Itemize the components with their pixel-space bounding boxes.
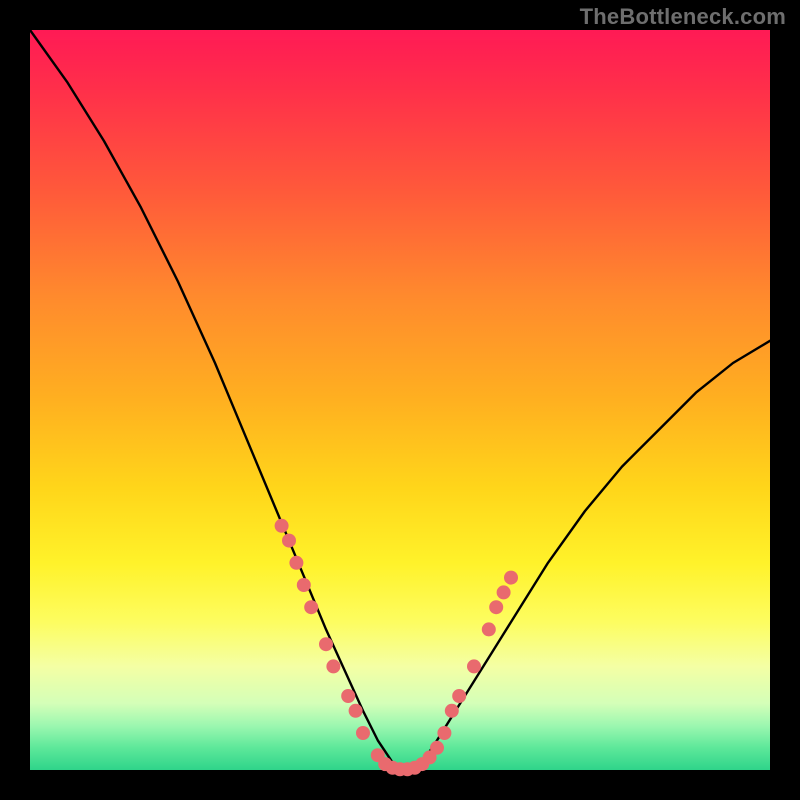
bottleneck-curve [30, 30, 770, 770]
marker-dot [497, 585, 511, 599]
marker-dot [275, 519, 289, 533]
marker-dot [430, 741, 444, 755]
marker-dot [297, 578, 311, 592]
marker-dot [289, 556, 303, 570]
marker-dot [349, 704, 363, 718]
marker-dot [504, 571, 518, 585]
marker-dot [341, 689, 355, 703]
marker-dot [437, 726, 451, 740]
marker-dot [304, 600, 318, 614]
plot-area [30, 30, 770, 770]
marker-dot [282, 534, 296, 548]
marker-dot [489, 600, 503, 614]
marker-dot [482, 622, 496, 636]
marker-dot [445, 704, 459, 718]
chart-frame: TheBottleneck.com [0, 0, 800, 800]
chart-svg [30, 30, 770, 770]
highlighted-points [275, 519, 518, 776]
marker-dot [319, 637, 333, 651]
marker-dot [467, 659, 481, 673]
marker-dot [356, 726, 370, 740]
marker-dot [326, 659, 340, 673]
watermark-text: TheBottleneck.com [580, 4, 786, 30]
marker-dot [452, 689, 466, 703]
